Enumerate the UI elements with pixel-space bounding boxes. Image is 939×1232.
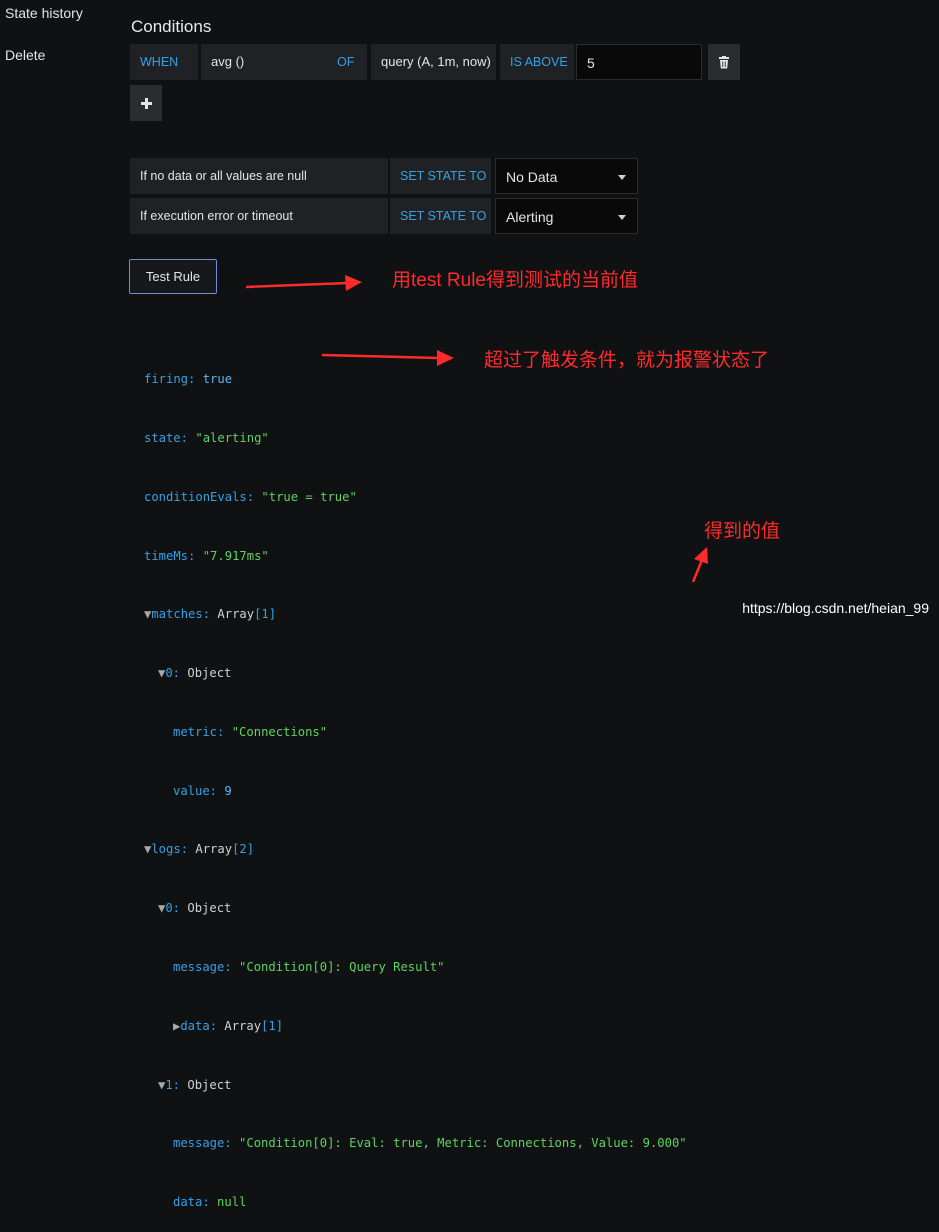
json-type: Object — [187, 666, 232, 681]
json-row-log-1[interactable]: ▼1: Object — [144, 1076, 687, 1096]
json-row-data-null: data: null — [144, 1193, 687, 1213]
json-type: Array — [224, 1018, 262, 1033]
json-count: [1] — [261, 1018, 284, 1033]
json-value: "Condition[0]: Query Result" — [239, 960, 445, 974]
caret-down-icon[interactable]: ▼ — [144, 842, 151, 856]
json-key: logs: — [151, 842, 189, 857]
json-row-metric: metric: "Connections" — [144, 723, 687, 743]
json-key: 0: — [165, 666, 181, 681]
json-value: "Condition[0]: Eval: true, Metric: Conne… — [239, 1136, 687, 1151]
json-key: 0: — [165, 901, 181, 916]
annotation-test-rule: 用test Rule得到测试的当前值 — [392, 270, 638, 291]
caret-down-icon[interactable]: ▼ — [158, 666, 165, 680]
json-row-log-0[interactable]: ▼0: Object — [144, 899, 687, 919]
arrow-icon — [321, 350, 454, 366]
json-row-logs[interactable]: ▼logs: Array[2] — [144, 840, 687, 860]
annotation-value: 得到的值 — [704, 521, 781, 542]
json-key: 1: — [165, 1077, 181, 1092]
json-key: metric: — [173, 724, 225, 739]
json-type: Object — [187, 901, 232, 916]
json-row-data[interactable]: ▶data: Array[1] — [144, 1017, 687, 1037]
json-key: value: — [173, 783, 218, 798]
json-key: message: — [173, 1136, 232, 1151]
caret-down-icon[interactable]: ▼ — [158, 1078, 165, 1092]
json-row-message-0: message: "Condition[0]: Query Result" — [144, 958, 687, 978]
json-value: "Connections" — [231, 724, 328, 739]
json-value: null — [217, 1195, 247, 1210]
json-type: Object — [187, 1077, 232, 1092]
watermark: https://blog.csdn.net/heian_99 — [742, 600, 929, 616]
json-row-message-1: message: "Condition[0]: Eval: true, Metr… — [144, 1134, 687, 1154]
caret-down-icon[interactable]: ▼ — [158, 901, 165, 915]
json-type: Array — [195, 842, 233, 857]
arrow-icon — [245, 275, 362, 291]
caret-right-icon[interactable]: ▶ — [173, 1019, 180, 1033]
json-row-match-0[interactable]: ▼0: Object — [144, 664, 687, 684]
json-key: data: — [173, 1195, 210, 1210]
json-key: message: — [173, 960, 232, 974]
annotation-alert-state: 超过了触发条件，就为报警状态了 — [484, 350, 770, 371]
annotation-arrows — [245, 275, 708, 583]
json-count: [2] — [232, 842, 255, 857]
json-row-value: value: 9 — [144, 782, 687, 802]
arrow-icon — [691, 547, 708, 583]
json-value: 9 — [224, 783, 232, 798]
json-key: data: — [180, 1018, 218, 1033]
